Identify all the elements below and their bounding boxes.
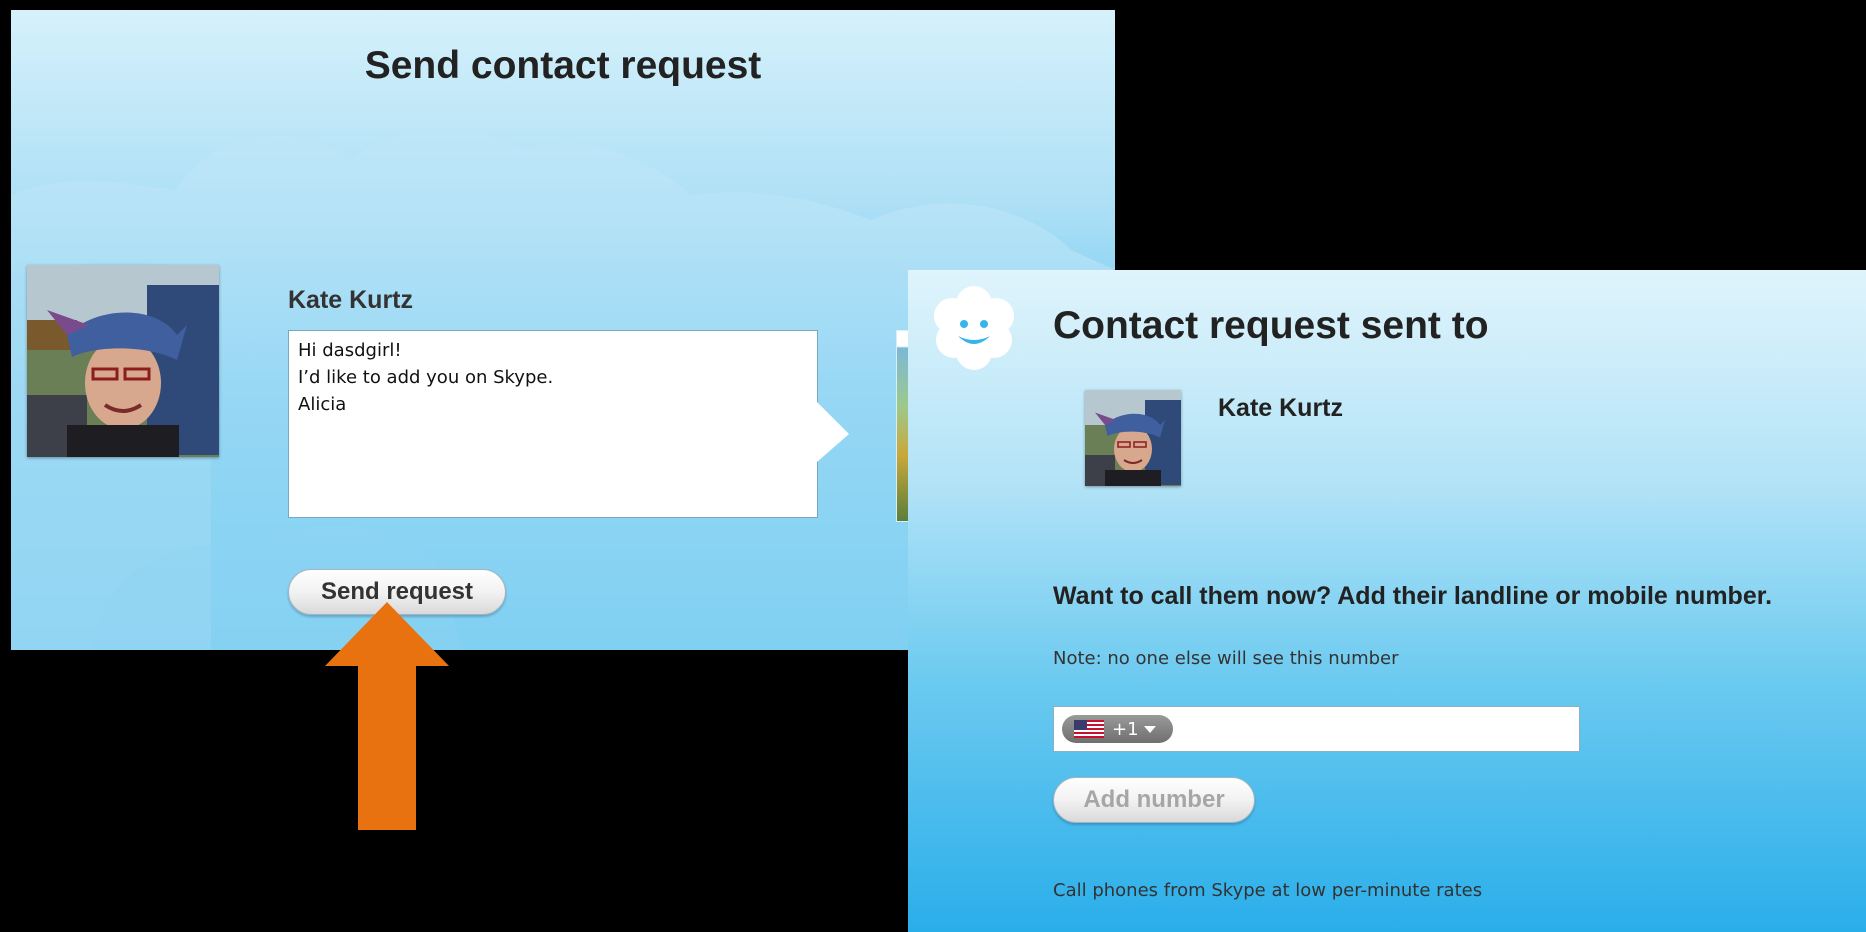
chevron-down-icon xyxy=(1143,726,1156,733)
sent-contact-name: Kate Kurtz xyxy=(1218,394,1344,422)
contact-avatar-small xyxy=(1085,390,1181,486)
call-rates-text: Call phones from Skype at low per-minute… xyxy=(1053,880,1483,901)
phone-number-input[interactable] xyxy=(1182,713,1576,747)
speech-bubble-tail xyxy=(817,402,849,462)
contact-name: Kate Kurtz xyxy=(288,286,414,314)
privacy-note: Note: no one else will see this number xyxy=(1053,648,1399,669)
call-prompt-heading: Want to call them now? Add their landlin… xyxy=(1053,582,1773,610)
add-number-button[interactable]: Add number xyxy=(1053,777,1255,823)
skype-cloud-logo-icon xyxy=(934,286,1014,370)
arrow-shape xyxy=(325,602,449,830)
phone-number-field[interactable]: +1 xyxy=(1053,706,1580,752)
sent-title: Contact request sent to xyxy=(1053,304,1489,347)
us-flag-icon xyxy=(1074,720,1104,738)
dial-code: +1 xyxy=(1112,718,1139,740)
contact-avatar xyxy=(27,265,219,457)
country-code-select[interactable]: +1 xyxy=(1062,715,1173,743)
annotation-arrow-icon xyxy=(325,602,449,830)
request-message-field[interactable]: Hi dasdgirl! I’d like to add you on Skyp… xyxy=(288,330,818,518)
contact-request-sent-panel: Contact request sent to Kate Kurtz Want … xyxy=(908,270,1866,932)
page-title: Send contact request xyxy=(364,44,762,87)
